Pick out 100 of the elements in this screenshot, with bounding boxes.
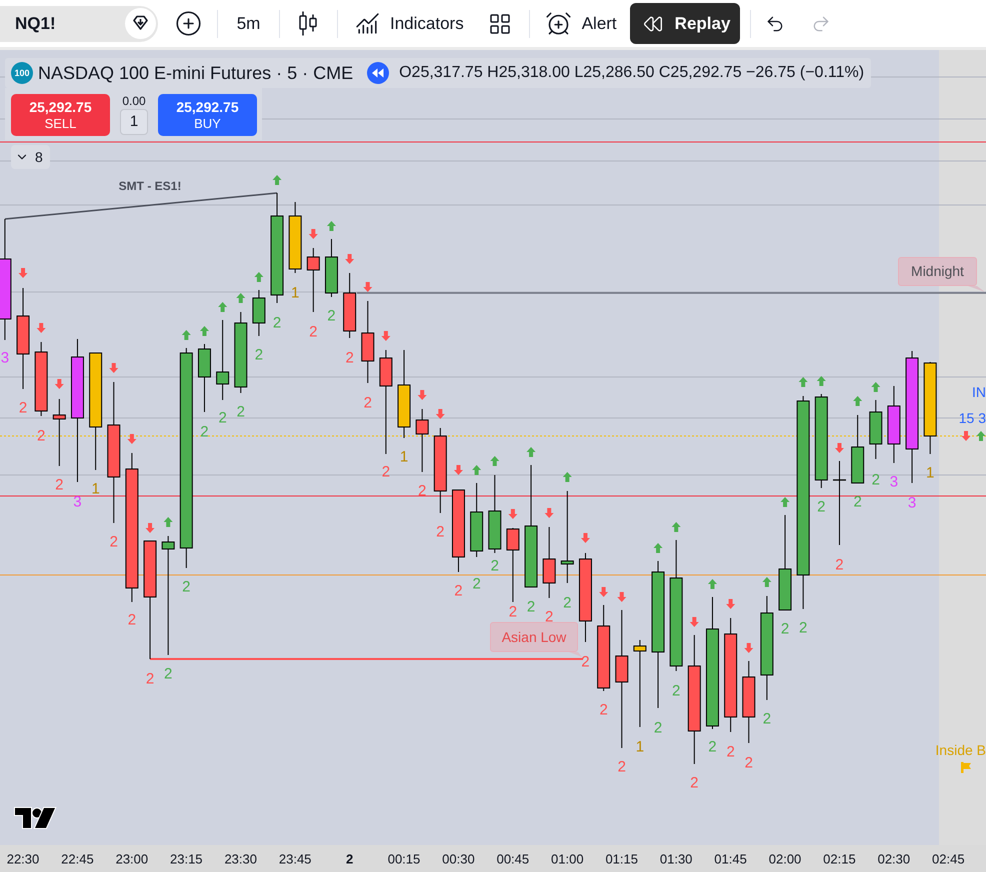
bar-count-label: 2 — [490, 558, 499, 574]
down-arrow-icon — [18, 268, 28, 278]
bar-count-label: 2 — [128, 612, 136, 628]
bar-count-label: 2 — [309, 324, 318, 340]
time-label: 00:30 — [442, 852, 475, 865]
candle — [869, 400, 882, 460]
bar-count-label: 2 — [418, 484, 426, 498]
rewind-icon — [642, 14, 663, 34]
bar-count-label: 1 — [400, 450, 408, 464]
bar-count-label: 2 — [182, 580, 190, 594]
down-arrow-icon — [834, 443, 844, 453]
down-arrow-icon — [744, 643, 754, 653]
indicator-label: Inside B — [935, 743, 986, 757]
time-label: 00:45 — [496, 852, 530, 865]
bar-count-label: 1 — [91, 482, 100, 496]
down-arrow-icon — [726, 599, 736, 609]
rewind-icon — [367, 62, 390, 84]
time-label: 2 — [346, 852, 354, 865]
up-arrow-icon — [708, 579, 717, 589]
up-arrow-icon — [762, 577, 772, 587]
time-label: 02:15 — [823, 852, 856, 865]
quantity-field[interactable]: 1 — [120, 109, 148, 135]
bar-count-label: 2 — [526, 600, 536, 614]
bar-count-label: 2 — [835, 558, 844, 572]
bar-count-label: 2 — [726, 744, 735, 760]
undo-icon — [765, 14, 786, 34]
plus-icon — [174, 10, 202, 37]
candle — [288, 202, 302, 274]
time-label: 23:15 — [170, 852, 203, 865]
time-label: 01:15 — [605, 852, 638, 865]
up-arrow-icon — [526, 447, 536, 457]
bar-count-label: 2 — [799, 620, 808, 636]
bar-count-label: 2 — [218, 410, 227, 426]
down-arrow-icon — [345, 254, 354, 264]
bar-count-label: 2 — [563, 596, 572, 610]
bar-count-label: 2 — [436, 524, 444, 540]
time-label: 00:15 — [388, 852, 420, 865]
bar-count-label: 2 — [345, 350, 354, 366]
bar-count-label: 2 — [708, 740, 717, 754]
symbol-search[interactable]: NQ1! — [0, 6, 158, 42]
time-label: 22:30 — [6, 852, 40, 865]
time-label: 02:00 — [768, 852, 802, 865]
sell-button[interactable]: 25,292.75 SELL — [11, 94, 110, 136]
bar-count-label: 2 — [200, 424, 209, 440]
interval-button[interactable]: 5m — [227, 4, 270, 42]
time-label: 23:30 — [224, 852, 257, 865]
up-arrow-icon — [254, 272, 264, 282]
bar-count-label: 3 — [908, 496, 916, 510]
up-arrow-icon — [976, 431, 986, 441]
alert-button[interactable]: Alert — [538, 4, 624, 42]
bar-count-label: 2 — [762, 712, 772, 726]
down-arrow-icon — [962, 431, 970, 441]
bar-count-label: 2 — [236, 404, 245, 420]
bar-count-label: 2 — [872, 472, 880, 488]
time-label: 02:45 — [932, 852, 965, 865]
candle — [343, 272, 356, 338]
bar-count-label: 2 — [364, 396, 372, 410]
bar-count-label: 2 — [110, 534, 118, 550]
down-arrow-icon — [580, 533, 590, 543]
up-arrow-icon — [654, 543, 663, 553]
symbol-badge: 100 — [11, 62, 33, 84]
flag-icon — [961, 762, 971, 773]
bar-count-label: 2 — [618, 760, 626, 774]
bar-count-label: 2 — [18, 400, 28, 416]
bar-count-label: 2 — [508, 604, 518, 620]
bar-count-label: 2 — [146, 672, 154, 686]
replay-button[interactable]: Replay — [630, 3, 740, 44]
bar-count-label: 2 — [382, 464, 390, 480]
time-label: 22:45 — [61, 852, 94, 865]
bar-count-label: 2 — [654, 720, 662, 736]
time-label: 01:00 — [551, 852, 584, 865]
bar-count-label: 2 — [254, 348, 264, 362]
up-arrow-icon — [272, 175, 282, 185]
up-arrow-icon — [780, 497, 790, 507]
bar-count-label: 2 — [744, 756, 753, 770]
bar-count-label: 1 — [636, 740, 644, 754]
indicators-button[interactable]: Indicators — [347, 4, 472, 42]
bar-count-label: 2 — [817, 500, 826, 514]
down-arrow-icon — [454, 465, 463, 475]
bar-count-label: 2 — [672, 684, 680, 698]
indicators-toggle[interactable]: 8 — [11, 145, 50, 169]
buy-button[interactable]: 25,292.75 BUY — [158, 94, 257, 136]
time-label: 01:45 — [714, 852, 747, 865]
bar-count-label: 2 — [164, 666, 172, 682]
bar-count-label: 3 — [890, 474, 898, 490]
candle — [306, 248, 320, 312]
bar-count-label: 2 — [690, 776, 698, 790]
bar-count-label: 2 — [472, 576, 481, 592]
bar-count-label: 3 — [73, 494, 82, 510]
grid-icon — [488, 12, 512, 36]
candle — [851, 414, 864, 484]
down-arrow-icon — [690, 617, 699, 627]
down-arrow-icon — [146, 523, 155, 533]
down-arrow-icon — [127, 434, 136, 444]
bar-count-label: 2 — [581, 654, 590, 670]
up-arrow-icon — [164, 517, 173, 527]
bar-count-label: 2 — [454, 584, 463, 598]
logo-icon — [13, 806, 57, 830]
time-label: 23:00 — [116, 852, 148, 865]
candle — [52, 398, 66, 466]
